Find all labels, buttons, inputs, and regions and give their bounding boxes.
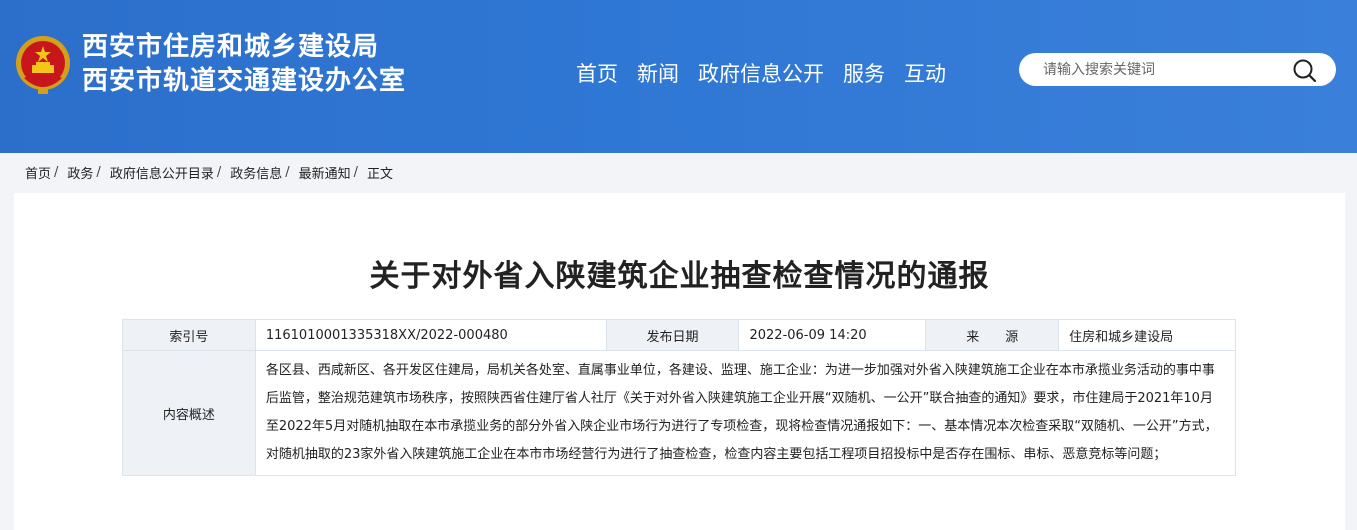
- site-title-line1: 西安市住房和城乡建设局: [82, 32, 380, 62]
- summary-row: 内容概述 各区县、西咸新区、各开发区住建局，局机关各处室、直属事业单位，各建设、…: [122, 350, 1237, 476]
- date-value: 2022-06-09 14:20: [738, 319, 927, 351]
- article-title: 关于对外省入陕建筑企业抽查检查情况的通报: [369, 259, 990, 294]
- summary-label: 内容概述: [122, 350, 256, 476]
- summary-value: 各区县、西咸新区、各开发区住建局，局机关各处室、直属事业单位，各建设、监理、施工…: [254, 350, 1237, 476]
- main-nav: 首页 新闻 政府信息公开 服务 互动: [576, 56, 965, 92]
- date-label: 发布日期: [605, 319, 740, 351]
- breadcrumb-separator: /: [353, 164, 359, 180]
- breadcrumb-separator: /: [96, 164, 101, 180]
- index-value: 1161010001335318XX/2022-000480: [254, 319, 607, 351]
- nav-item-gov-info[interactable]: 政府信息公开: [698, 56, 824, 92]
- meta-row: 索引号 1161010001335318XX/2022-000480 发布日期 …: [122, 319, 1236, 351]
- breadcrumb-gov-info-catalog[interactable]: 政府信息公开目录: [110, 163, 214, 182]
- breadcrumb: 首页 / 政务 / 政府信息公开目录 / 政务信息 / 最新通知 / 正文: [0, 153, 1357, 191]
- site-name[interactable]: 西安市住房和城乡建设局 西安市轨道交通建设办公室: [82, 30, 406, 98]
- nav-item-news[interactable]: 新闻: [637, 56, 679, 92]
- breadcrumb-latest-notice[interactable]: 最新通知: [299, 163, 351, 182]
- nav-item-interaction[interactable]: 互动: [904, 56, 946, 92]
- article-meta-table: 索引号 1161010001335318XX/2022-000480 发布日期 …: [122, 319, 1237, 476]
- breadcrumb-current: 正文: [367, 166, 394, 182]
- source-value: 住房和城乡建设局: [1058, 319, 1236, 351]
- breadcrumb-separator: /: [285, 164, 290, 180]
- index-label: 索引号: [122, 319, 256, 351]
- article-card: 关于对外省入陕建筑企业抽查检查情况的通报 索引号 116101000133531…: [14, 193, 1345, 530]
- national-emblem-icon: [16, 36, 70, 94]
- source-label: 来 源: [925, 319, 1060, 351]
- site-header: 西安市住房和城乡建设局 西安市轨道交通建设办公室 首页 新闻 政府信息公开 服务…: [0, 0, 1357, 153]
- breadcrumb-gov-info[interactable]: 政务信息: [230, 163, 282, 182]
- nav-item-service[interactable]: 服务: [843, 56, 885, 92]
- nav-item-home[interactable]: 首页: [576, 56, 618, 92]
- search-icon[interactable]: [1292, 58, 1318, 84]
- search-input[interactable]: [1043, 54, 1283, 85]
- site-title-line2: 西安市轨道交通建设办公室: [82, 66, 407, 96]
- breadcrumb-home[interactable]: 首页: [25, 163, 51, 182]
- breadcrumb-separator: /: [216, 164, 222, 180]
- breadcrumb-separator: /: [54, 164, 59, 180]
- search-box: [1019, 53, 1336, 86]
- breadcrumb-affairs[interactable]: 政务: [67, 163, 93, 182]
